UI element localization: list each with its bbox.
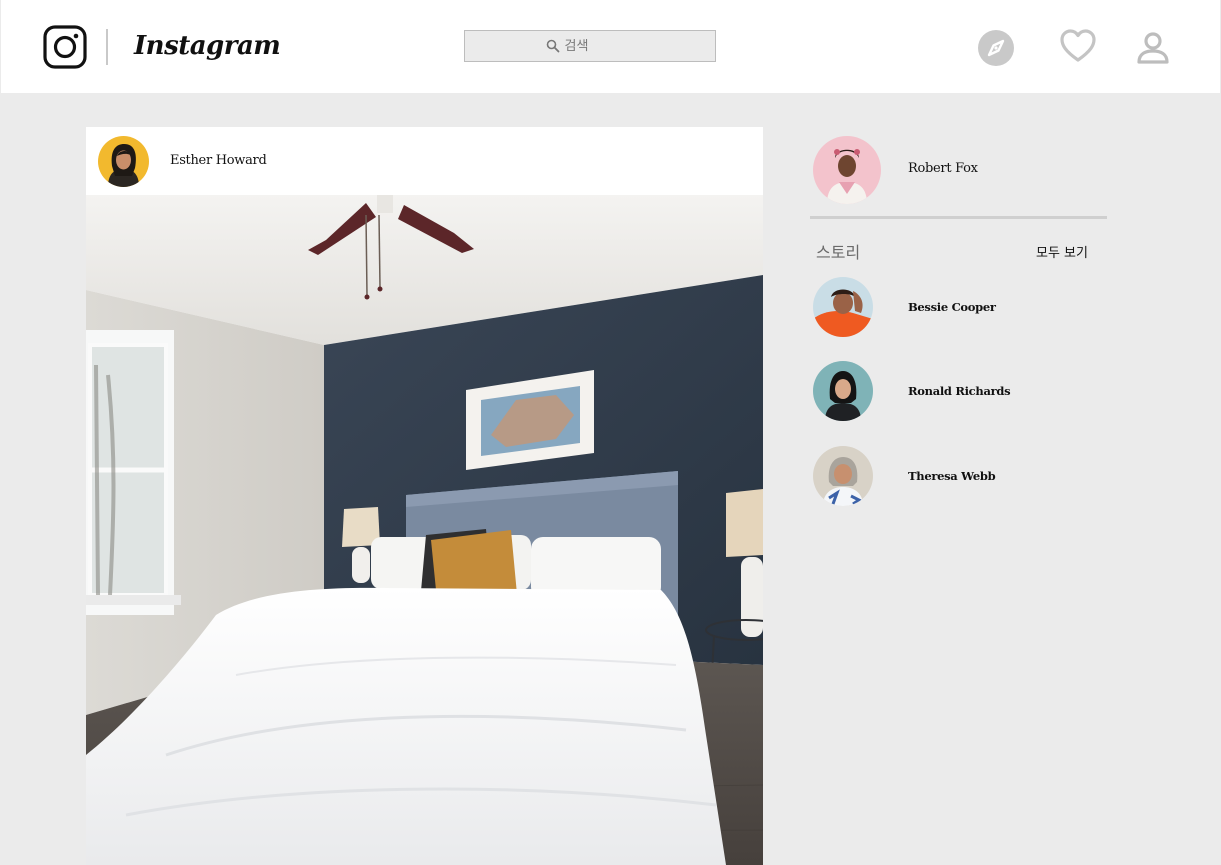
stories-heading: 스토리 bbox=[816, 243, 861, 262]
story-user-name: Bessie Cooper bbox=[908, 300, 996, 314]
post-image[interactable] bbox=[86, 195, 763, 865]
post-author-name[interactable]: Esther Howard bbox=[170, 153, 267, 168]
avatar[interactable] bbox=[813, 277, 873, 337]
sidebar-divider bbox=[810, 216, 1107, 219]
story-user-name: Ronald Richards bbox=[908, 384, 1011, 398]
search-input[interactable] bbox=[564, 38, 635, 54]
explore-icon[interactable] bbox=[977, 29, 1015, 67]
post-header: Esther Howard bbox=[86, 127, 763, 195]
story-user-name: Theresa Webb bbox=[908, 469, 996, 483]
search-box[interactable] bbox=[464, 30, 716, 62]
instagram-logo-icon[interactable] bbox=[43, 25, 87, 69]
avatar[interactable] bbox=[813, 446, 873, 506]
heart-icon[interactable] bbox=[1059, 28, 1097, 64]
logo-divider bbox=[106, 29, 108, 65]
search-icon bbox=[546, 39, 559, 53]
story-item[interactable]: Ronald Richards bbox=[813, 361, 1073, 421]
story-item[interactable]: Theresa Webb bbox=[813, 446, 1073, 506]
see-all-link[interactable]: 모두 보기 bbox=[1036, 242, 1088, 261]
avatar[interactable] bbox=[98, 136, 149, 187]
avatar[interactable] bbox=[813, 361, 873, 421]
brand-wordmark[interactable]: Instagram bbox=[134, 26, 281, 66]
profile-icon[interactable] bbox=[1135, 30, 1171, 66]
feed-post: Esther Howard bbox=[86, 127, 763, 865]
current-user-card: Robert Fox bbox=[810, 136, 1106, 206]
avatar[interactable] bbox=[813, 136, 881, 204]
bedroom-photo bbox=[86, 195, 763, 865]
current-user-name[interactable]: Robert Fox bbox=[908, 161, 978, 176]
story-item[interactable]: Bessie Cooper bbox=[813, 277, 1073, 337]
top-navigation-bar: Instagram bbox=[1, 0, 1220, 93]
